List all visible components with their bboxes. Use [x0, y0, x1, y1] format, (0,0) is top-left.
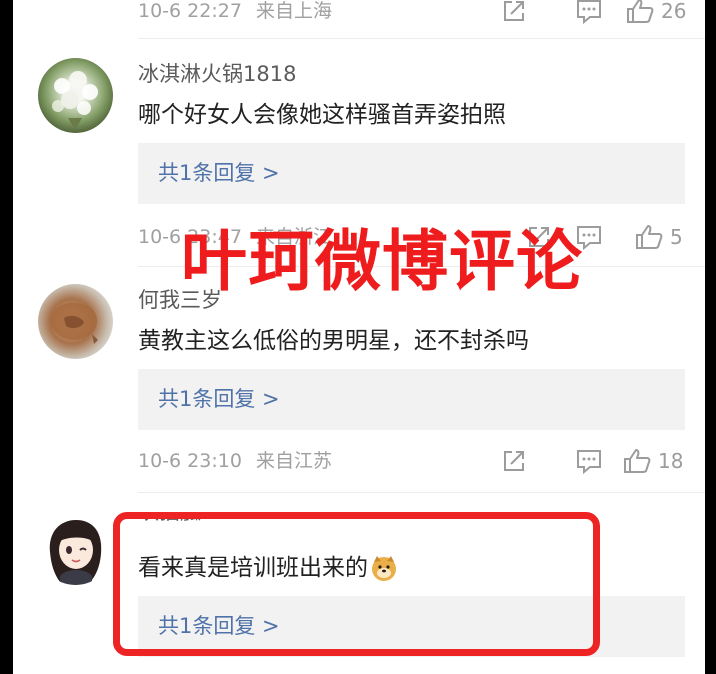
share-button[interactable]	[501, 446, 527, 476]
avatar[interactable]	[38, 510, 113, 585]
view-replies-link[interactable]: 共1条回复 >	[158, 385, 280, 414]
comment-source: 来自上海	[256, 0, 333, 22]
watermark-title: 叶珂微博评论	[181, 223, 583, 300]
like-icon	[627, 0, 654, 23]
comment-icon	[577, 0, 601, 24]
avatar[interactable]	[38, 58, 113, 133]
like-button[interactable]: 5	[634, 222, 683, 252]
share-button[interactable]	[501, 0, 527, 26]
like-count: 5	[670, 225, 683, 249]
comment-meta-row: 10-6 23:10 来自江苏 18	[138, 446, 693, 476]
highlight-annotation-box	[113, 512, 600, 656]
comment-time: 10-6 23:10	[138, 450, 242, 472]
comment-text: 黄教主这么低俗的男明星，还不封杀吗	[138, 328, 529, 354]
comment-button[interactable]	[575, 446, 603, 476]
like-button[interactable]: 18	[622, 446, 683, 476]
map-image	[50, 302, 98, 344]
divider	[138, 38, 705, 39]
like-count: 26	[661, 0, 687, 23]
comment-meta-row: 10-6 22:27 来自上海 26	[138, 0, 693, 26]
divider	[138, 492, 705, 493]
comment-icon	[577, 450, 601, 474]
avatar[interactable]	[38, 284, 113, 359]
view-replies-link[interactable]: 共1条回复 >	[158, 159, 280, 188]
comment-time: 10-6 22:27	[138, 0, 242, 22]
flower-bouquet-image	[52, 71, 98, 130]
share-icon	[504, 1, 524, 21]
comment-button[interactable]	[575, 0, 603, 26]
like-count: 18	[658, 449, 684, 473]
like-icon	[636, 225, 663, 249]
reply-box[interactable]: 共1条回复 >	[138, 143, 685, 204]
weibo-comment-screen: 10-6 22:27 来自上海 26 冰淇淋火锅1818 哪个好女人会像她这样骚…	[13, 0, 705, 674]
anime-girl-image	[49, 520, 102, 585]
share-icon	[504, 451, 524, 471]
comment-text: 哪个好女人会像她这样骚首弄姿拍照	[138, 102, 506, 128]
like-button[interactable]: 26	[625, 0, 686, 26]
comment-username[interactable]: 冰淇淋火锅1818	[138, 60, 296, 88]
comment-source: 来自江苏	[256, 450, 333, 472]
like-icon	[624, 449, 651, 473]
reply-box[interactable]: 共1条回复 >	[138, 369, 685, 430]
